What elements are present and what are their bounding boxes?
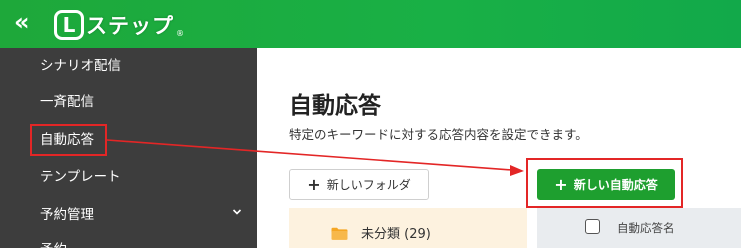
page-title: 自動応答 xyxy=(289,93,381,119)
folder-icon xyxy=(331,227,348,240)
table-header: 自動応答名 xyxy=(537,208,741,248)
highlight-box-new-auto-response xyxy=(526,158,683,208)
lstep-logo[interactable]: L ステップ ® xyxy=(54,8,184,42)
main-content: 自動応答 特定のキーワードに対する応答内容を設定できます。 + 新しいフォルダ … xyxy=(257,48,741,248)
chevron-down-icon[interactable] xyxy=(232,207,242,217)
sidebar-item-template[interactable]: テンプレート xyxy=(40,165,121,189)
collapse-sidebar-icon[interactable]: « xyxy=(14,10,30,34)
sidebar-item-scenario[interactable]: シナリオ配信 xyxy=(40,54,121,78)
new-folder-label: 新しいフォルダ xyxy=(326,178,411,192)
select-all-checkbox[interactable] xyxy=(585,219,600,234)
sidebar-item-reservation[interactable]: 予約 xyxy=(40,238,67,248)
plus-icon: + xyxy=(307,174,321,194)
sidebar-item-broadcast[interactable]: 一斉配信 xyxy=(40,90,94,114)
top-bar: « L ステップ ® xyxy=(0,0,741,48)
logo-mark: L xyxy=(54,10,84,40)
highlight-box-sidebar-auto-response xyxy=(30,124,107,156)
page-description: 特定のキーワードに対する応答内容を設定できます。 xyxy=(289,127,588,142)
folder-list-panel: 未分類 (29) xyxy=(289,208,527,248)
sidebar-item-reservation-management[interactable]: 予約管理 xyxy=(40,203,94,227)
new-folder-button[interactable]: + 新しいフォルダ xyxy=(289,169,429,200)
folder-uncategorized[interactable]: 未分類 (29) xyxy=(361,223,431,242)
registered-mark: ® xyxy=(176,28,184,38)
column-header-auto-response-name[interactable]: 自動応答名 xyxy=(617,220,675,236)
logo-text: ステップ xyxy=(86,14,174,38)
